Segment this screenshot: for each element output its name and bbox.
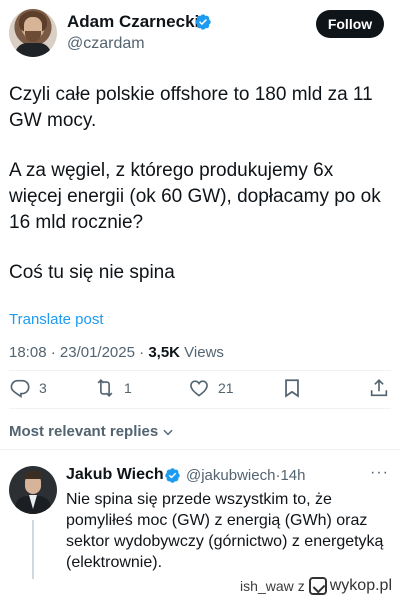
reply-button[interactable]: 3: [9, 376, 47, 400]
reply-text: Nie spina się przede wszystkim to, że po…: [66, 491, 384, 571]
like-button[interactable]: 21: [188, 376, 234, 400]
bookmark-icon: [285, 379, 299, 398]
reply-age[interactable]: 14h: [280, 467, 305, 484]
tweet-time[interactable]: 18:08: [9, 344, 47, 361]
author-avatar[interactable]: [9, 9, 57, 57]
reply-count: 3: [39, 380, 47, 396]
bookmark-button[interactable]: [281, 376, 303, 400]
action-bar: 3 1 21: [0, 376, 400, 402]
share-button[interactable]: [368, 376, 390, 400]
reply-meta: @jakubwiech·14h: [186, 467, 305, 484]
tweet-paragraph: Czyli całe polskie offshore to 180 mld z…: [9, 84, 373, 131]
wykop-logo-icon: [308, 577, 327, 595]
replies-sort-dropdown[interactable]: Most relevant replies: [9, 423, 175, 440]
meta-separator: ·: [139, 344, 149, 361]
wykop-logo: wykop.pl: [308, 577, 392, 595]
repost-button[interactable]: 1: [94, 376, 132, 400]
views-count: 3,5K: [148, 344, 180, 361]
meta-separator: ·: [50, 344, 60, 361]
reply-icon: [10, 379, 30, 398]
tweet-text: Czyli całe polskie offshore to 180 mld z…: [9, 82, 389, 286]
translate-post-link[interactable]: Translate post: [9, 311, 104, 328]
author-name[interactable]: Adam Czarnecki: [67, 12, 199, 32]
watermark: ish_waw z wykop.pl: [240, 577, 392, 595]
repost-count: 1: [124, 380, 132, 396]
divider: [9, 370, 391, 371]
replies-sort-label: Most relevant replies: [9, 423, 159, 440]
verified-badge-icon: [165, 468, 180, 483]
follow-button[interactable]: Follow: [316, 10, 384, 38]
tweet-paragraph: Coś tu się nie spina: [9, 262, 175, 283]
divider: [9, 408, 391, 409]
like-icon: [190, 380, 208, 397]
divider: [0, 449, 400, 450]
chevron-down-icon: [163, 429, 173, 435]
reply-author-name[interactable]: Jakub Wiech: [66, 466, 164, 484]
tweet-date[interactable]: 23/01/2025: [60, 344, 135, 361]
thread-line: [32, 520, 34, 579]
author-handle[interactable]: @czardam: [67, 35, 145, 53]
reply-author-handle[interactable]: @jakubwiech: [186, 467, 275, 484]
watermark-site: wykop.pl: [329, 577, 392, 594]
tweet-meta: 18:08 · 23/01/2025 · 3,5K Views: [9, 344, 224, 361]
tweet-paragraph: A za węgiel, z którego produkujemy 6x wi…: [9, 160, 381, 233]
tweet-header: Adam Czarnecki @czardam Follow: [0, 0, 400, 62]
more-options-icon[interactable]: ···: [370, 464, 390, 484]
watermark-separator: z: [297, 578, 305, 594]
reply-author-avatar[interactable]: [9, 466, 57, 514]
share-icon: [370, 379, 388, 397]
views-label: Views: [184, 344, 224, 361]
watermark-user: ish_waw: [240, 578, 294, 594]
like-count: 21: [218, 380, 234, 396]
repost-icon: [97, 379, 113, 397]
verified-badge-icon: [195, 14, 211, 30]
